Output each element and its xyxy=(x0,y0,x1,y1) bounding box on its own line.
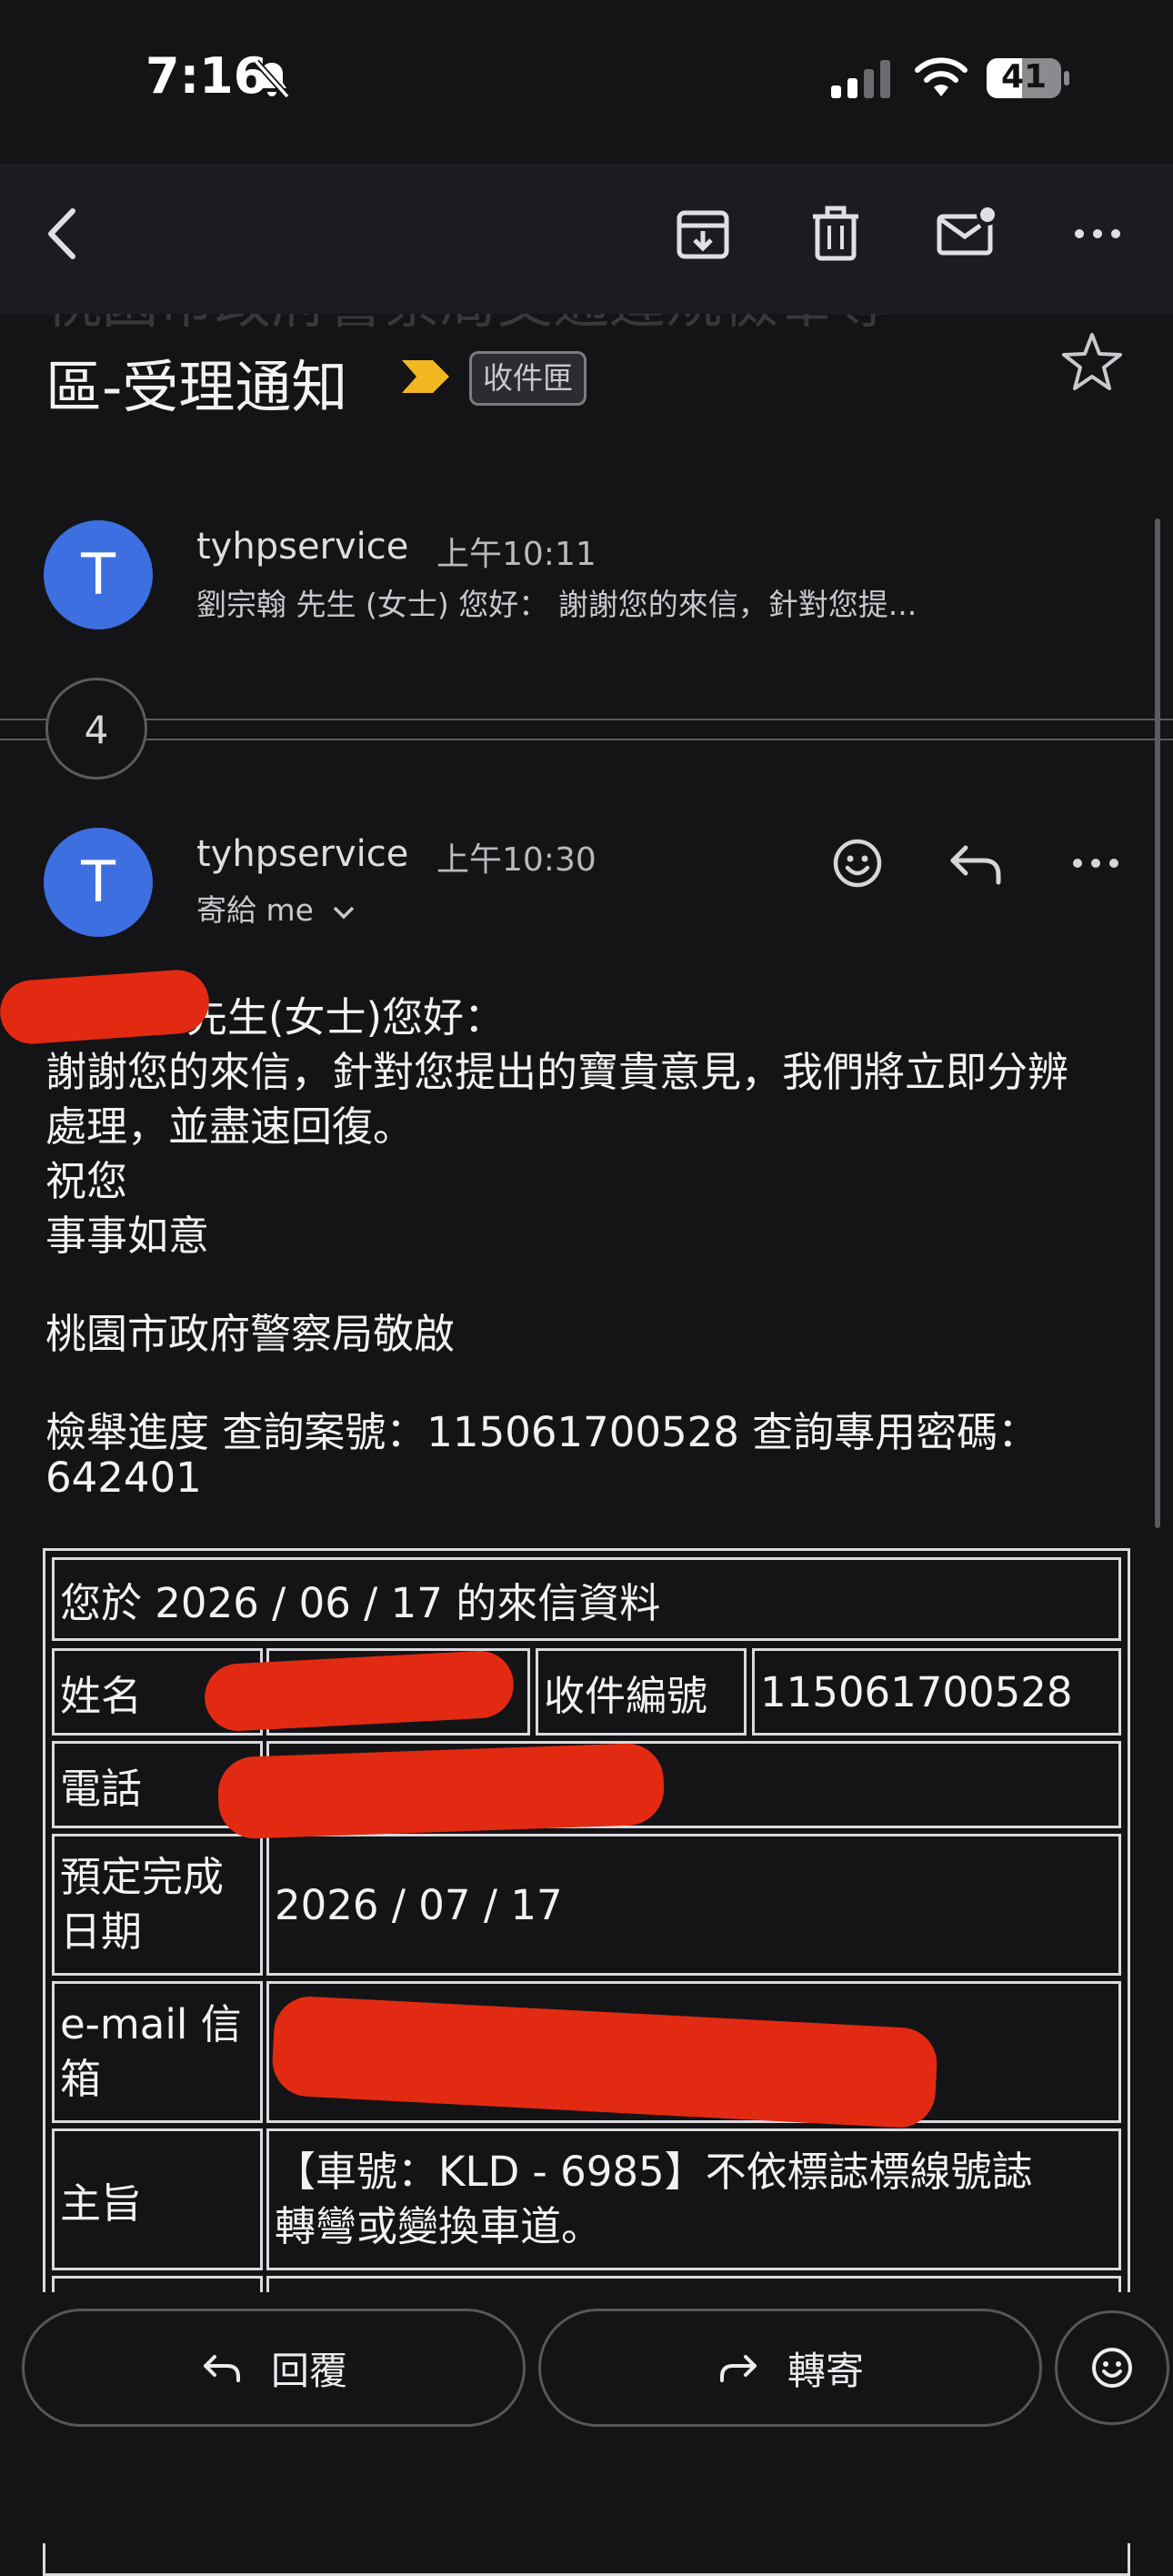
chevron-down-icon xyxy=(334,906,355,920)
scrollbar[interactable] xyxy=(1155,518,1160,1528)
battery-level: 41 xyxy=(1000,58,1048,96)
bell-off-icon xyxy=(254,59,290,99)
message-time: 上午10:11 xyxy=(436,536,597,573)
forward-label: 轉寄 xyxy=(787,2348,864,2393)
reply-button[interactable]: 回覆 xyxy=(22,2309,526,2427)
body-line: 祝您 xyxy=(45,1157,128,1205)
star-icon[interactable] xyxy=(1059,329,1125,395)
avatar: T xyxy=(44,828,153,937)
recipient-label: 寄給 me xyxy=(196,892,314,928)
recipient-details[interactable]: 寄給 me xyxy=(196,886,356,930)
wifi-icon xyxy=(915,57,967,96)
body-line: 謝謝您的來信，針對您提出的寶貴意見，我們將立即分辨 xyxy=(45,1048,1069,1096)
body-line: 事事如意 xyxy=(45,1212,210,1260)
sender-name: tyhpservice xyxy=(196,526,409,568)
table-cell-label: 收件編號 xyxy=(536,1648,747,1736)
table-cell-value: 115061700528 xyxy=(752,1648,1121,1736)
progress-query-line: 檢舉進度 查詢案號：115061700528 查詢專用密碼： xyxy=(45,1408,1039,1456)
subject-line-2: 區-受理通知 xyxy=(45,354,348,420)
divider xyxy=(0,719,1173,720)
redaction-mark xyxy=(0,968,212,1046)
back-icon[interactable] xyxy=(31,202,95,266)
signature: 桃園市政府警察局敬啟 xyxy=(45,1310,456,1358)
table-cell-value: 2026 / 07 / 17 xyxy=(266,1834,1121,1976)
reply-icon[interactable] xyxy=(944,831,1008,895)
table-header: 您於 2026 / 06 / 17 的來信資料 xyxy=(52,1557,1121,1641)
table-cell-label: 主旨 xyxy=(52,2128,263,2270)
inbox-label-chip: 收件匣 xyxy=(469,351,586,406)
divider xyxy=(0,739,1173,740)
collapsed-messages-count[interactable]: 4 xyxy=(45,678,147,780)
avatar: T xyxy=(44,520,153,629)
body-line: 處理，並盡速回復。 xyxy=(45,1102,415,1151)
status-time: 7:16 xyxy=(145,47,268,105)
emoji-reaction-button[interactable] xyxy=(1055,2310,1169,2425)
cellular-signal-icon xyxy=(831,60,890,98)
greeting: 先生(女士)您好： xyxy=(186,993,506,1041)
mail-unread-icon[interactable] xyxy=(935,202,998,266)
message-time: 上午10:30 xyxy=(436,841,597,879)
progress-password: 642401 xyxy=(45,1454,202,1502)
redaction-mark xyxy=(216,1742,666,1840)
sender-name: tyhpservice xyxy=(196,833,409,875)
message-snippet[interactable]: 劉宗翰 先生 (女士) 您好： 謝謝您的來信，針對您提... xyxy=(196,580,917,624)
more-icon[interactable] xyxy=(1064,831,1128,895)
important-marker-icon[interactable] xyxy=(400,357,451,397)
archive-icon[interactable] xyxy=(671,202,735,266)
table-cell-label: e-mail 信箱 xyxy=(52,1981,263,2123)
table-cell-value: 【車號：KLD - 6985】不依標誌標線號誌 轉彎或變換車道。 xyxy=(266,2128,1121,2270)
emoji-icon xyxy=(1092,2348,1132,2388)
trash-icon[interactable] xyxy=(804,202,867,266)
forward-button[interactable]: 轉寄 xyxy=(538,2309,1042,2427)
emoji-reaction-icon[interactable] xyxy=(826,831,889,895)
forward-icon xyxy=(719,2355,757,2382)
reply-icon xyxy=(203,2355,240,2382)
more-icon[interactable] xyxy=(1066,202,1129,266)
reply-label: 回覆 xyxy=(270,2348,347,2393)
table-cell-label: 預定完成 日期 xyxy=(52,1834,263,1976)
